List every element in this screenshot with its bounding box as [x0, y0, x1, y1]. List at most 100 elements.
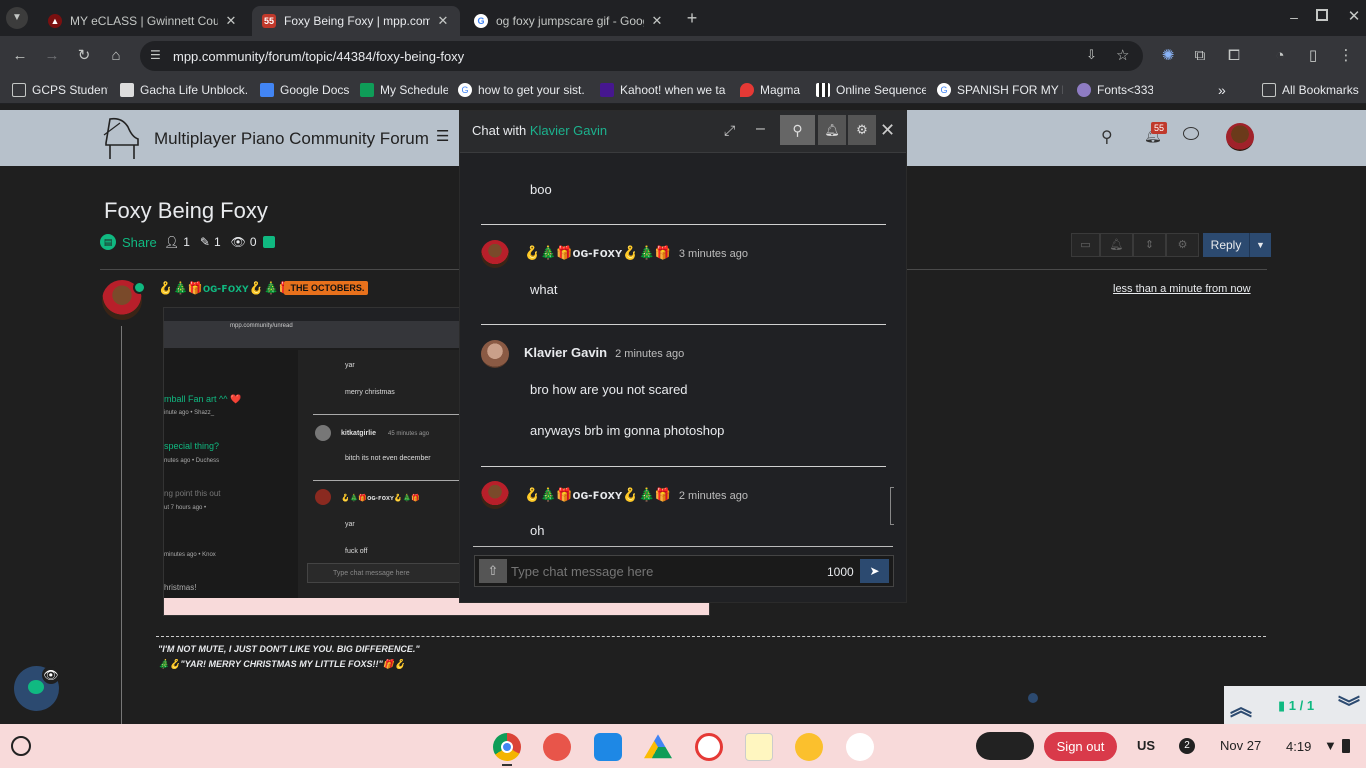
- holding-space-icon[interactable]: [976, 732, 1034, 760]
- emoji-app-icon[interactable]: [795, 733, 823, 761]
- group-badge[interactable]: .THE OCTOBERS.: [284, 281, 369, 295]
- home-icon[interactable]: ⌂: [106, 46, 126, 66]
- hamburger-menu-icon[interactable]: ☰: [436, 127, 449, 145]
- reload-icon[interactable]: ↻: [74, 46, 94, 66]
- chat-author-avatar[interactable]: [481, 481, 509, 509]
- close-tab-icon[interactable]: ✕: [224, 13, 238, 29]
- tab-foxy-being-foxy[interactable]: 55 Foxy Being Foxy | mpp.commu ✕: [252, 6, 460, 36]
- google-favicon-icon: G: [474, 14, 488, 28]
- rss-icon[interactable]: [262, 236, 275, 248]
- bookmark-schedule[interactable]: My Schedule: [360, 82, 448, 98]
- close-chat-icon[interactable]: ✕: [880, 120, 895, 141]
- share-button[interactable]: ▤ Share: [100, 234, 157, 250]
- new-tab-button[interactable]: +: [682, 8, 702, 28]
- expand-icon[interactable]: ⤢: [724, 122, 735, 139]
- ime-indicator[interactable]: US: [1137, 738, 1155, 753]
- extension-gear-icon[interactable]: ✺: [1158, 46, 1178, 66]
- install-app-icon[interactable]: ⇩: [1086, 47, 1097, 63]
- search-icon[interactable]: ⚲: [1101, 127, 1113, 147]
- chat-search-button[interactable]: ⚲: [780, 115, 815, 145]
- piano-logo-icon[interactable]: [100, 115, 142, 161]
- topic-watch-icon[interactable]: 🔔︎: [1100, 233, 1133, 257]
- docs-favicon-icon: [260, 83, 274, 97]
- chat-notifications-button[interactable]: 🔔︎: [818, 115, 846, 145]
- chat-author-avatar[interactable]: [481, 240, 509, 268]
- chats-icon[interactable]: [1183, 127, 1199, 140]
- image-item: mball Fan art ^^ ❤️: [164, 394, 242, 404]
- performance-icon[interactable]: ◔: [1270, 46, 1290, 66]
- all-bookmarks[interactable]: All Bookmarks: [1262, 82, 1362, 98]
- chat-message-input[interactable]: [511, 559, 811, 583]
- chat-message-author[interactable]: 🪝🎄🎁ᴏɢ-ꜰᴏxʏ🪝🎄🎁 3 minutes ago: [524, 245, 748, 261]
- bookmark-howto[interactable]: Ghow to get your sist...: [458, 82, 584, 98]
- topic-settings-icon[interactable]: ⚙: [1166, 233, 1199, 257]
- image-item: nutes ago • Duchess: [164, 458, 220, 464]
- post-author-name[interactable]: 🪝🎄🎁ᴏɢ-ꜰᴏxʏ🪝🎄🎁: [158, 281, 294, 295]
- magma-favicon-icon: [740, 83, 754, 97]
- back-icon[interactable]: ←: [10, 46, 30, 66]
- scroll-top-icon[interactable]: ︽: [1230, 690, 1252, 722]
- thread-line: [121, 326, 122, 724]
- chat-message-author[interactable]: 🪝🎄🎁ᴏɢ-ꜰᴏxʏ🪝🎄🎁 2 minutes ago: [524, 487, 748, 503]
- forum-name[interactable]: Multiplayer Piano Community Forum: [154, 129, 429, 149]
- bookmark-spanish[interactable]: GSPANISH FOR MY P...: [937, 82, 1063, 98]
- date-display[interactable]: Nov 27: [1220, 738, 1261, 753]
- tab-search-button[interactable]: ▼: [6, 7, 28, 29]
- bookmark-fonts[interactable]: Fonts<333: [1077, 82, 1153, 98]
- close-tab-icon[interactable]: ✕: [650, 13, 664, 29]
- extension-icon[interactable]: ⧉: [1190, 46, 1210, 66]
- pen-app-icon[interactable]: [846, 733, 874, 761]
- chat-settings-button[interactable]: ⚙: [848, 115, 876, 145]
- tab-eclass[interactable]: ▲ MY eCLASS | Gwinnett County P ✕: [38, 6, 248, 36]
- close-window-icon[interactable]: ✕: [1346, 7, 1362, 25]
- chat-launcher-button[interactable]: 👁︎: [14, 666, 60, 711]
- reply-button[interactable]: Reply: [1203, 233, 1249, 257]
- more-bookmarks-chevron-icon[interactable]: »: [1218, 82, 1232, 98]
- extensions-puzzle-icon[interactable]: ⧠: [1224, 46, 1244, 66]
- close-tab-icon[interactable]: ✕: [436, 13, 450, 29]
- side-panel-icon[interactable]: ▯: [1303, 46, 1323, 66]
- system-tray[interactable]: 4:19 ▼: [1274, 732, 1362, 761]
- drive-app-icon[interactable]: [644, 734, 672, 759]
- upload-button[interactable]: ⇧: [479, 559, 507, 583]
- restore-window-icon[interactable]: [1316, 9, 1328, 21]
- site-settings-icon[interactable]: ☰: [150, 48, 161, 62]
- reply-dropdown-icon[interactable]: ▼: [1249, 233, 1271, 257]
- address-bar[interactable]: ☰ mpp.community/forum/topic/44384/foxy-b…: [140, 41, 1143, 71]
- browser-toolbar: ← → ↻ ⌂ ☰ mpp.community/forum/topic/4438…: [0, 36, 1366, 76]
- minimize-window-icon[interactable]: –: [1286, 9, 1302, 25]
- chat-partner-name[interactable]: Klavier Gavin: [530, 123, 607, 138]
- post-timestamp[interactable]: less than a minute from now: [1113, 283, 1251, 295]
- minimize-chat-icon[interactable]: –: [756, 120, 765, 138]
- bookmark-docs[interactable]: Google Docs: [260, 82, 372, 98]
- chat-scrollbar[interactable]: [890, 487, 894, 525]
- notification-count[interactable]: 2: [1179, 738, 1195, 754]
- page-icon: ▮: [1278, 698, 1289, 713]
- forward-icon[interactable]: →: [42, 46, 62, 66]
- bookmark-sequencer[interactable]: Online Sequencer: [816, 82, 926, 98]
- user-avatar[interactable]: [1226, 123, 1254, 151]
- chrome-app-icon[interactable]: [493, 733, 521, 761]
- launcher-icon[interactable]: [11, 736, 31, 756]
- sign-out-button[interactable]: Sign out: [1044, 732, 1117, 761]
- classroom-app-icon[interactable]: [594, 733, 622, 761]
- tab-google-search[interactable]: G og foxy jumpscare gif - Google ✕: [464, 6, 674, 36]
- bookmark-star-icon[interactable]: ☆: [1116, 46, 1129, 64]
- bookmark-gcps[interactable]: GCPS Student: [12, 82, 108, 98]
- chat-message-author[interactable]: Klavier Gavin 2 minutes ago: [524, 345, 684, 360]
- canvas-app-icon[interactable]: [543, 733, 571, 761]
- send-button[interactable]: ➤: [860, 559, 889, 583]
- bookmark-gacha[interactable]: Gacha Life Unblock...: [120, 82, 248, 98]
- bookmark-magma[interactable]: Magma: [740, 82, 804, 98]
- keep-app-icon[interactable]: [745, 733, 773, 761]
- menu-kebab-icon[interactable]: ⋮: [1336, 46, 1356, 66]
- chat-author-avatar[interactable]: [481, 340, 509, 368]
- topic-sort-icon[interactable]: ⇕: [1133, 233, 1166, 257]
- page-counter[interactable]: ▮ 1 / 1: [1278, 698, 1314, 714]
- image-item: inute ago • Shazz_: [164, 410, 215, 416]
- topic-inbox-icon[interactable]: ▭: [1071, 233, 1100, 257]
- clock-app-icon[interactable]: [695, 733, 723, 761]
- bookmark-kahoot[interactable]: Kahoot! when we ta...: [600, 82, 726, 98]
- posters-icon: 👤︎: [164, 235, 180, 249]
- scroll-bottom-icon[interactable]: ︾: [1338, 690, 1360, 722]
